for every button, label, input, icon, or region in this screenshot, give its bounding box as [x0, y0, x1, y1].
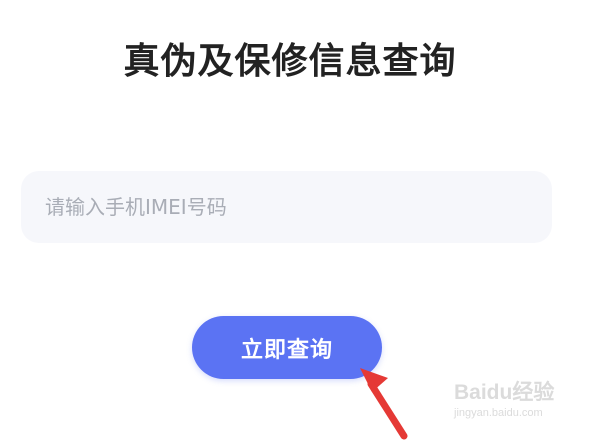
page-title: 真伪及保修信息查询 — [123, 41, 457, 82]
annotation-arrow-shaft — [367, 380, 408, 440]
imei-input[interactable] — [21, 171, 552, 243]
watermark-brand: Baidu经验 — [454, 381, 555, 404]
watermark-domain: jingyan.baidu.com — [454, 407, 543, 419]
baidu-watermark: Baidu经验 jingyan.baidu.com — [450, 378, 582, 428]
query-button[interactable]: 立即查询 — [192, 316, 382, 379]
imei-check-screen: 真伪及保修信息查询 立即查询 Baidu经验 jingyan.baidu.com — [0, 0, 591, 446]
